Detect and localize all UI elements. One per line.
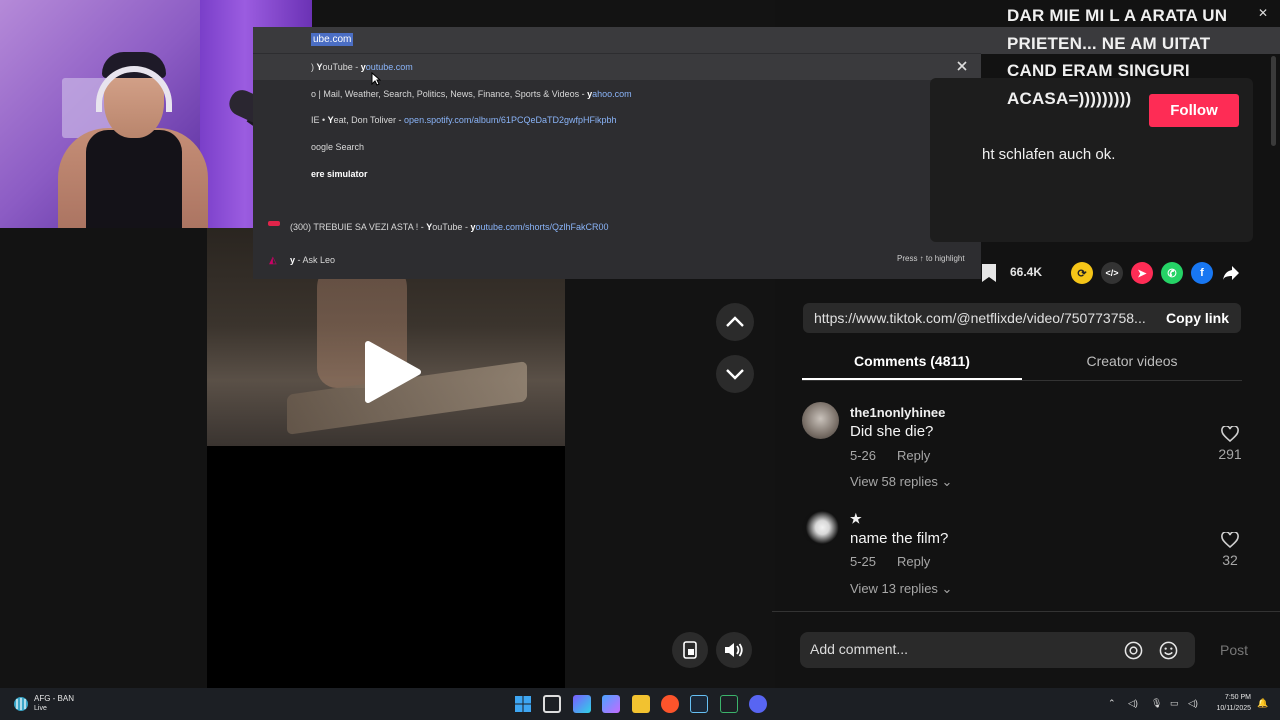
like-count: 291 [1218,446,1242,462]
bookmark-icon[interactable] [980,263,998,283]
comment-date: 5-26 [850,448,877,463]
like-heart-icon[interactable] [1221,532,1239,548]
scrollbar[interactable] [1271,56,1276,146]
follow-button[interactable]: Follow [1149,94,1239,127]
avatar[interactable] [802,402,839,439]
tab-creator-videos[interactable]: Creator videos [1022,353,1242,380]
volume-button[interactable] [716,632,752,668]
excel-icon[interactable] [720,695,738,713]
cricket-widget-icon[interactable] [13,696,29,712]
next-video-button[interactable] [716,355,754,393]
video-description: ht schlafen auch ok. [982,146,1116,163]
emoji-icon[interactable] [1159,641,1178,660]
address-bar-text[interactable]: ube.com [311,33,354,46]
comment-date: 5-25 [850,554,877,569]
video-letterbox [207,445,565,688]
copilot-icon[interactable] [573,695,591,713]
comment-username[interactable]: the1nonlyhinee [850,405,945,420]
windows-start-icon[interactable] [514,695,532,713]
embed-code-icon[interactable]: </> [1101,262,1123,284]
microphone-icon[interactable]: 🎙 [1151,698,1162,709]
address-bar[interactable]: ube.com [253,27,981,53]
speaker-tray-icon[interactable]: ◁) [1128,698,1138,709]
comment-text: Did she die? [850,423,934,440]
share-arrow-icon[interactable] [1222,265,1240,281]
chevron-down-icon: ⌄ [941,581,953,596]
network-icon[interactable]: ▭ [1170,698,1179,709]
tab-comments[interactable]: Comments (4811) [802,353,1022,380]
comment-section-divider [772,611,1280,612]
speaker-icon [725,643,743,657]
chevron-down-icon [726,369,744,380]
whatsapp-icon[interactable]: ✆ [1161,262,1183,284]
reply-button[interactable]: Reply [897,554,930,569]
copy-link-button[interactable]: Copy link [1166,310,1229,326]
suggestion-simulator[interactable]: ere simulator [253,161,981,187]
remove-suggestion-icon[interactable] [955,59,969,73]
keyboard-hint: Press ↑ to highlight [897,254,965,263]
brave-browser-icon[interactable] [661,695,679,713]
send-icon[interactable]: ➤ [1131,262,1153,284]
address-bar-dropdown: ube.com ) YouTube - youtube.com o | Mail… [253,27,981,279]
view-replies-button[interactable]: View 13 replies ⌄ [850,581,952,597]
chevron-down-icon: ⌄ [941,474,953,489]
volume-icon[interactable]: ◁) [1188,698,1198,709]
task-view-icon[interactable] [543,695,561,713]
notification-icon[interactable]: 🔔 [1257,698,1268,709]
view-replies-button[interactable]: View 58 replies ⌄ [850,474,952,490]
webcam-tank-top [86,130,182,228]
suggestion-google-search[interactable]: oogle Search [253,134,981,160]
previous-video-button[interactable] [716,303,754,341]
file-explorer-icon[interactable] [632,695,650,713]
post-button[interactable]: Post [1220,642,1248,658]
steam-icon[interactable] [690,695,708,713]
mouse-cursor-icon [371,72,381,86]
reply-button[interactable]: Reply [897,448,930,463]
suggestion-ask-leo[interactable]: y - Ask Leo [253,247,981,273]
like-count: 32 [1222,552,1238,568]
like-heart-icon[interactable] [1221,426,1239,442]
clock-date[interactable]: 10/11/2025 [1207,705,1251,712]
suggestion-yahoo[interactable]: o | Mail, Weather, Search, Politics, New… [253,81,981,107]
comment-text: name the film? [850,530,949,547]
suggestion-youtube[interactable]: ) YouTube - youtube.com [253,54,981,80]
copilot-app-icon[interactable] [602,695,620,713]
discord-icon[interactable] [749,695,767,713]
video-link-text[interactable]: https://www.tiktok.com/@netflixde/video/… [814,310,1146,326]
suggestion-youtube-shorts[interactable]: (300) TREBUIE SA VEZI ASTA ! - YouTube -… [253,214,981,240]
comment-username[interactable]: ★ [850,511,862,527]
active-tab-indicator [802,378,1022,380]
repost-icon[interactable]: ⟳ [1071,262,1093,284]
bookmark-count: 66.4K [1010,265,1043,279]
chevron-up-icon[interactable]: ⌃ [1108,698,1116,709]
avatar[interactable] [802,509,839,546]
tab-divider [802,380,1242,381]
pip-icon [683,641,697,659]
chevron-up-icon [726,316,744,327]
play-icon[interactable] [362,340,422,404]
suggestion-spotify[interactable]: IE • Yeat, Don Toliver - open.spotify.co… [253,107,981,133]
picture-in-picture-button[interactable] [672,632,708,668]
comment-placeholder: Add comment... [810,641,909,657]
clock-time[interactable]: 7:50 PM [1221,694,1251,701]
widget-title[interactable]: AFG - BAN [34,694,74,703]
widget-status: Live [34,705,47,712]
facebook-icon[interactable]: f [1191,262,1213,284]
mention-at-icon[interactable] [1124,641,1143,660]
